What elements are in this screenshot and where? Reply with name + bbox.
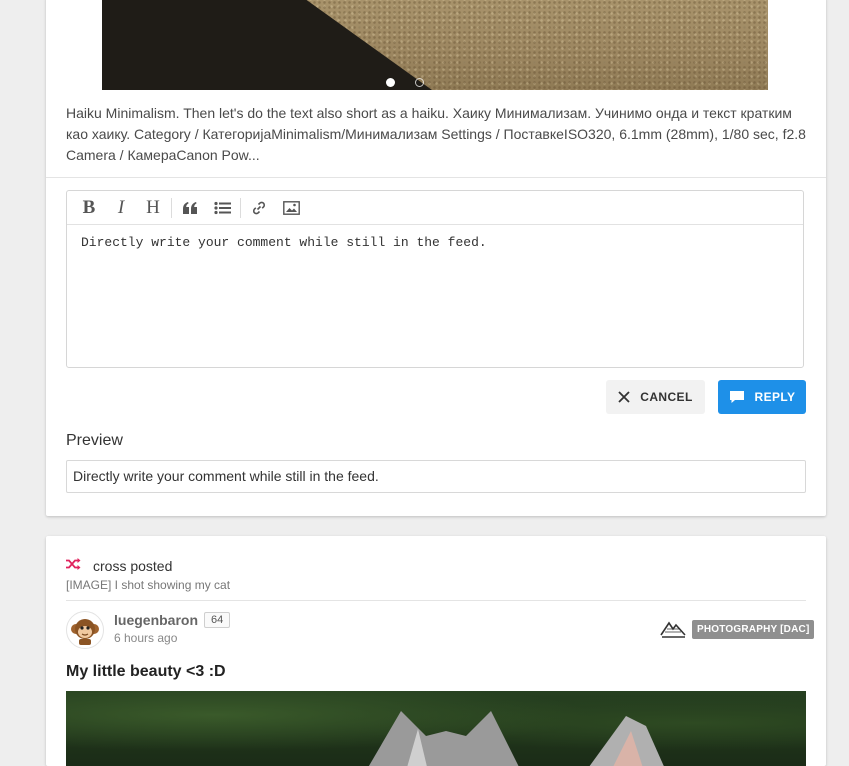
reply-label: REPLY	[754, 390, 796, 404]
feed-post-card: Haiku Minimalism. Then let's do the text…	[46, 0, 826, 516]
bold-icon[interactable]: B	[73, 193, 105, 223]
unordered-list-icon[interactable]	[206, 193, 238, 223]
quote-icon[interactable]	[174, 193, 206, 223]
shuffle-icon	[66, 557, 81, 575]
close-icon	[618, 391, 630, 403]
image-icon[interactable]	[275, 193, 307, 223]
post-time[interactable]: 6 hours ago	[114, 631, 177, 645]
post-image[interactable]	[66, 691, 806, 766]
comment-textarea[interactable]: Directly write your comment while still …	[67, 225, 803, 260]
community-logo-icon[interactable]	[660, 618, 686, 643]
reputation-badge: 64	[204, 612, 231, 628]
carousel-dot-2[interactable]	[415, 78, 424, 87]
preview-title: Preview	[66, 432, 123, 449]
toolbar-separator	[171, 197, 172, 218]
avatar[interactable]	[66, 611, 104, 649]
crosspost-source[interactable]: [IMAGE] I shot showing my cat	[66, 578, 230, 592]
reply-button[interactable]: REPLY	[718, 380, 806, 414]
link-icon[interactable]	[243, 193, 275, 223]
comment-editor: B I H Directly write your comment while …	[66, 190, 804, 368]
author-row: luegenbaron 64	[114, 612, 231, 628]
post-title[interactable]: My little beauty <3 :D	[66, 663, 226, 681]
cancel-button[interactable]: CANCEL	[606, 380, 705, 414]
community-badge[interactable]: PHOTOGRAPHY [DAC]	[692, 620, 815, 639]
crosspost-card: cross posted [IMAGE] I shot showing my c…	[46, 536, 826, 766]
crosspost-label: cross posted	[93, 558, 173, 574]
author-name[interactable]: luegenbaron	[114, 612, 198, 628]
post-excerpt[interactable]: Haiku Minimalism. Then let's do the text…	[66, 103, 811, 166]
heading-icon[interactable]: H	[137, 193, 169, 223]
divider	[66, 600, 806, 601]
post-image-carousel[interactable]	[102, 0, 768, 90]
editor-toolbar: B I H	[67, 191, 803, 225]
preview-box: Directly write your comment while still …	[66, 460, 806, 493]
carousel-dot-1[interactable]	[386, 78, 395, 87]
cancel-label: CANCEL	[640, 390, 693, 404]
image-shadow	[102, 0, 432, 90]
toolbar-separator	[240, 197, 241, 218]
italic-icon[interactable]: I	[105, 193, 137, 223]
crosspost-header: cross posted	[66, 557, 172, 575]
divider	[46, 177, 826, 178]
comment-bubble-icon	[729, 390, 745, 404]
